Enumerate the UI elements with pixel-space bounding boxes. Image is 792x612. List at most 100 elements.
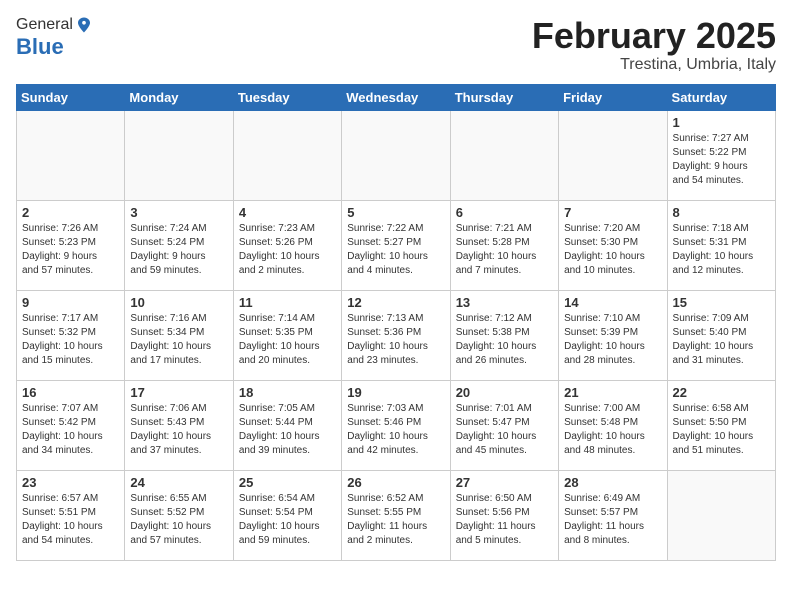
week-row-2: 9 Sunrise: 7:17 AM Sunset: 5:32 PM Daylig…: [17, 290, 776, 380]
calendar-cell: 9 Sunrise: 7:17 AM Sunset: 5:32 PM Daylig…: [17, 290, 125, 380]
calendar-cell: 7 Sunrise: 7:20 AM Sunset: 5:30 PM Daylig…: [559, 200, 667, 290]
weekday-header-row: SundayMondayTuesdayWednesdayThursdayFrid…: [17, 84, 776, 110]
day-number: 26: [347, 475, 444, 490]
day-number: 11: [239, 295, 336, 310]
day-number: 4: [239, 205, 336, 220]
weekday-header-thursday: Thursday: [450, 84, 558, 110]
day-info: Sunrise: 7:14 AM Sunset: 5:35 PM Dayligh…: [239, 312, 336, 368]
day-number: 7: [564, 205, 661, 220]
day-info: Sunrise: 7:09 AM Sunset: 5:40 PM Dayligh…: [673, 312, 770, 368]
day-number: 3: [130, 205, 227, 220]
day-number: 17: [130, 385, 227, 400]
day-number: 18: [239, 385, 336, 400]
calendar-cell: 24 Sunrise: 6:55 AM Sunset: 5:52 PM Dayli…: [125, 470, 233, 560]
day-number: 22: [673, 385, 770, 400]
day-info: Sunrise: 7:03 AM Sunset: 5:46 PM Dayligh…: [347, 402, 444, 458]
calendar-cell: 13 Sunrise: 7:12 AM Sunset: 5:38 PM Dayli…: [450, 290, 558, 380]
weekday-header-wednesday: Wednesday: [342, 84, 450, 110]
calendar-cell: 3 Sunrise: 7:24 AM Sunset: 5:24 PM Daylig…: [125, 200, 233, 290]
day-info: Sunrise: 7:20 AM Sunset: 5:30 PM Dayligh…: [564, 222, 661, 278]
calendar-cell: [125, 110, 233, 200]
day-number: 23: [22, 475, 119, 490]
day-number: 15: [673, 295, 770, 310]
calendar-table: SundayMondayTuesdayWednesdayThursdayFrid…: [16, 84, 776, 561]
day-number: 12: [347, 295, 444, 310]
week-row-4: 23 Sunrise: 6:57 AM Sunset: 5:51 PM Dayli…: [17, 470, 776, 560]
calendar-cell: [233, 110, 341, 200]
day-info: Sunrise: 7:16 AM Sunset: 5:34 PM Dayligh…: [130, 312, 227, 368]
logo-general-text: General: [16, 16, 73, 34]
day-number: 14: [564, 295, 661, 310]
calendar-cell: 6 Sunrise: 7:21 AM Sunset: 5:28 PM Daylig…: [450, 200, 558, 290]
day-number: 13: [456, 295, 553, 310]
day-info: Sunrise: 6:58 AM Sunset: 5:50 PM Dayligh…: [673, 402, 770, 458]
logo-icon: [75, 16, 93, 34]
day-number: 24: [130, 475, 227, 490]
day-info: Sunrise: 6:55 AM Sunset: 5:52 PM Dayligh…: [130, 492, 227, 548]
calendar-cell: 1 Sunrise: 7:27 AM Sunset: 5:22 PM Daylig…: [667, 110, 775, 200]
day-info: Sunrise: 7:24 AM Sunset: 5:24 PM Dayligh…: [130, 222, 227, 278]
calendar-cell: 23 Sunrise: 6:57 AM Sunset: 5:51 PM Dayli…: [17, 470, 125, 560]
day-info: Sunrise: 7:12 AM Sunset: 5:38 PM Dayligh…: [456, 312, 553, 368]
day-number: 6: [456, 205, 553, 220]
day-number: 20: [456, 385, 553, 400]
calendar-cell: [17, 110, 125, 200]
calendar-cell: [450, 110, 558, 200]
page-header: General Blue February 2025 Trestina, Umb…: [16, 16, 776, 74]
day-info: Sunrise: 7:10 AM Sunset: 5:39 PM Dayligh…: [564, 312, 661, 368]
calendar-cell: 18 Sunrise: 7:05 AM Sunset: 5:44 PM Dayli…: [233, 380, 341, 470]
day-info: Sunrise: 6:52 AM Sunset: 5:55 PM Dayligh…: [347, 492, 444, 548]
day-info: Sunrise: 6:54 AM Sunset: 5:54 PM Dayligh…: [239, 492, 336, 548]
day-info: Sunrise: 6:49 AM Sunset: 5:57 PM Dayligh…: [564, 492, 661, 548]
weekday-header-sunday: Sunday: [17, 84, 125, 110]
calendar-cell: 14 Sunrise: 7:10 AM Sunset: 5:39 PM Dayli…: [559, 290, 667, 380]
calendar-cell: [667, 470, 775, 560]
day-info: Sunrise: 7:18 AM Sunset: 5:31 PM Dayligh…: [673, 222, 770, 278]
logo: General Blue: [16, 16, 93, 60]
day-info: Sunrise: 7:26 AM Sunset: 5:23 PM Dayligh…: [22, 222, 119, 278]
day-info: Sunrise: 7:01 AM Sunset: 5:47 PM Dayligh…: [456, 402, 553, 458]
week-row-1: 2Sunrise: 7:26 AM Sunset: 5:23 PM Daylig…: [17, 200, 776, 290]
day-number: 8: [673, 205, 770, 220]
calendar-cell: 20 Sunrise: 7:01 AM Sunset: 5:47 PM Dayli…: [450, 380, 558, 470]
calendar-cell: 27 Sunrise: 6:50 AM Sunset: 5:56 PM Dayli…: [450, 470, 558, 560]
day-number: 19: [347, 385, 444, 400]
weekday-header-friday: Friday: [559, 84, 667, 110]
calendar-cell: 4 Sunrise: 7:23 AM Sunset: 5:26 PM Daylig…: [233, 200, 341, 290]
day-info: Sunrise: 7:07 AM Sunset: 5:42 PM Dayligh…: [22, 402, 119, 458]
calendar-cell: 10 Sunrise: 7:16 AM Sunset: 5:34 PM Dayli…: [125, 290, 233, 380]
day-number: 28: [564, 475, 661, 490]
day-number: 1: [673, 115, 770, 130]
weekday-header-tuesday: Tuesday: [233, 84, 341, 110]
day-number: 5: [347, 205, 444, 220]
calendar-cell: 19 Sunrise: 7:03 AM Sunset: 5:46 PM Dayli…: [342, 380, 450, 470]
calendar-cell: 17Sunrise: 7:06 AM Sunset: 5:43 PM Dayli…: [125, 380, 233, 470]
day-info: Sunrise: 7:05 AM Sunset: 5:44 PM Dayligh…: [239, 402, 336, 458]
day-info: Sunrise: 7:00 AM Sunset: 5:48 PM Dayligh…: [564, 402, 661, 458]
day-info: Sunrise: 6:50 AM Sunset: 5:56 PM Dayligh…: [456, 492, 553, 548]
week-row-0: 1 Sunrise: 7:27 AM Sunset: 5:22 PM Daylig…: [17, 110, 776, 200]
calendar-cell: 26 Sunrise: 6:52 AM Sunset: 5:55 PM Dayli…: [342, 470, 450, 560]
day-info: Sunrise: 7:23 AM Sunset: 5:26 PM Dayligh…: [239, 222, 336, 278]
calendar-cell: 11 Sunrise: 7:14 AM Sunset: 5:35 PM Dayli…: [233, 290, 341, 380]
day-info: Sunrise: 6:57 AM Sunset: 5:51 PM Dayligh…: [22, 492, 119, 548]
day-info: Sunrise: 7:21 AM Sunset: 5:28 PM Dayligh…: [456, 222, 553, 278]
calendar-cell: 21 Sunrise: 7:00 AM Sunset: 5:48 PM Dayli…: [559, 380, 667, 470]
day-info: Sunrise: 7:27 AM Sunset: 5:22 PM Dayligh…: [673, 132, 770, 188]
day-number: 21: [564, 385, 661, 400]
calendar-cell: 15 Sunrise: 7:09 AM Sunset: 5:40 PM Dayli…: [667, 290, 775, 380]
title-block: February 2025 Trestina, Umbria, Italy: [532, 16, 776, 74]
calendar-cell: [342, 110, 450, 200]
day-number: 10: [130, 295, 227, 310]
day-number: 9: [22, 295, 119, 310]
day-number: 27: [456, 475, 553, 490]
week-row-3: 16 Sunrise: 7:07 AM Sunset: 5:42 PM Dayli…: [17, 380, 776, 470]
day-info: Sunrise: 7:17 AM Sunset: 5:32 PM Dayligh…: [22, 312, 119, 368]
calendar-cell: [559, 110, 667, 200]
calendar-cell: 12Sunrise: 7:13 AM Sunset: 5:36 PM Dayli…: [342, 290, 450, 380]
day-number: 16: [22, 385, 119, 400]
weekday-header-monday: Monday: [125, 84, 233, 110]
calendar-cell: 28 Sunrise: 6:49 AM Sunset: 5:57 PM Dayli…: [559, 470, 667, 560]
calendar-cell: 16 Sunrise: 7:07 AM Sunset: 5:42 PM Dayli…: [17, 380, 125, 470]
calendar-cell: 8 Sunrise: 7:18 AM Sunset: 5:31 PM Daylig…: [667, 200, 775, 290]
